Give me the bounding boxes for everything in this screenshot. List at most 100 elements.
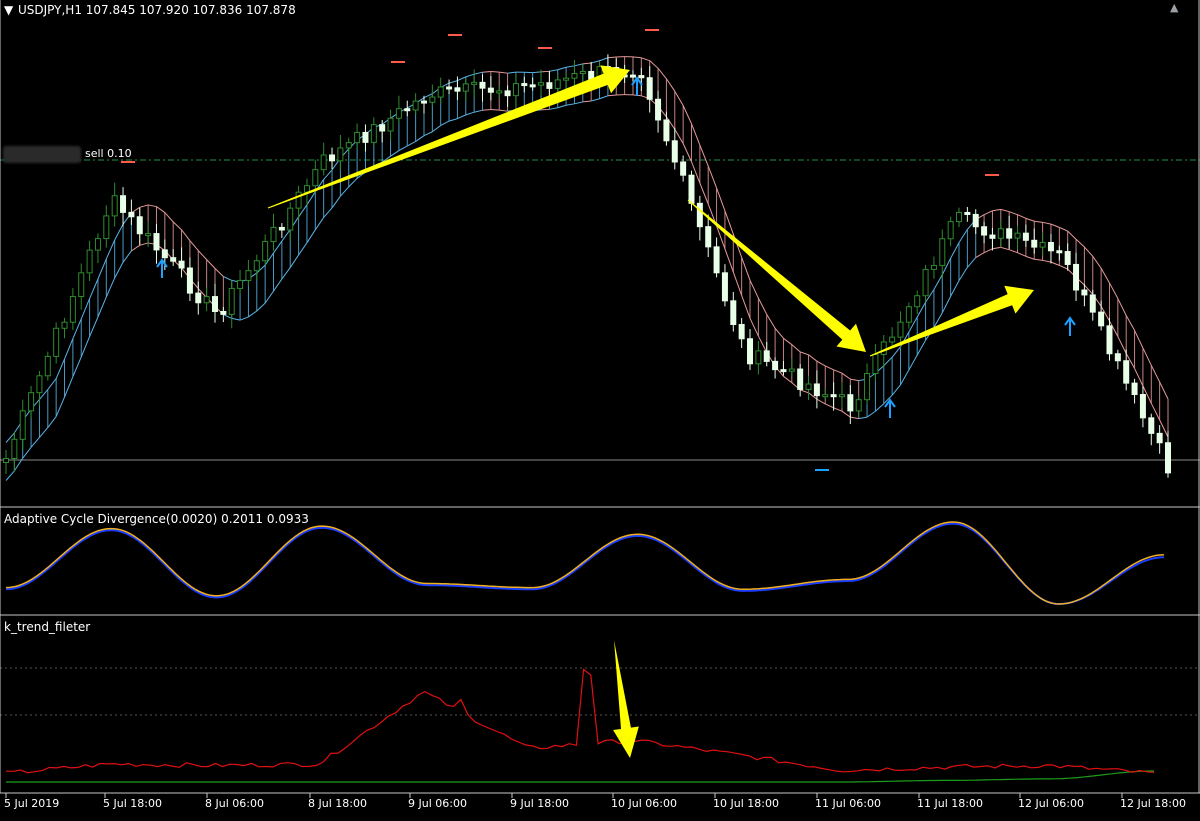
candle-body	[764, 351, 769, 362]
oscillator-title: Adaptive Cycle Divergence(0.0020) 0.2011…	[4, 512, 309, 526]
candle-body	[271, 227, 276, 241]
candle-body	[731, 301, 736, 325]
candle-body	[513, 84, 518, 96]
candle-body	[313, 170, 318, 186]
candle-body	[263, 242, 268, 261]
candle-body	[112, 196, 117, 216]
candle-body	[447, 87, 452, 89]
candle-body	[187, 268, 192, 293]
chart-svg	[0, 0, 1200, 817]
candle-body	[37, 376, 42, 393]
candle-body	[906, 307, 911, 322]
candle-body	[706, 227, 711, 247]
candle-body	[1166, 443, 1171, 473]
candle-body	[154, 234, 159, 250]
symbol-dropdown-icon[interactable]: ▼	[4, 3, 13, 17]
candle-body	[455, 88, 460, 91]
blurred-order-tag	[3, 146, 81, 163]
candle-body	[229, 288, 234, 314]
candle-body	[204, 297, 209, 303]
candle-body	[254, 261, 259, 271]
candle-body	[121, 196, 126, 213]
candle-body	[756, 351, 761, 364]
candle-body	[196, 293, 201, 303]
candle-body	[1048, 242, 1053, 250]
candle-body	[62, 322, 67, 328]
candle-body	[4, 459, 9, 463]
candle-body	[162, 250, 167, 258]
symbol-header: USDJPY,H1 107.845 107.920 107.836 107.87…	[18, 3, 296, 17]
candle-body	[965, 212, 970, 214]
candle-body	[421, 101, 426, 103]
candle-body	[722, 273, 727, 301]
candle-body	[321, 155, 326, 170]
candle-body	[814, 384, 819, 396]
candle-body	[87, 250, 92, 273]
candle-body	[689, 175, 694, 203]
candle-body	[647, 78, 652, 100]
candle-body	[146, 234, 151, 236]
candle-body	[1074, 264, 1079, 290]
x-tick-label: 12 Jul 18:00	[1120, 797, 1186, 810]
candle-body	[714, 247, 719, 273]
candle-body	[522, 84, 527, 86]
x-tick-label: 9 Jul 18:00	[510, 797, 569, 810]
candle-body	[54, 328, 59, 356]
candle-body	[798, 369, 803, 389]
candle-body	[555, 80, 560, 88]
scroll-up-icon[interactable]: ▲	[1170, 1, 1178, 14]
candle-body	[346, 143, 351, 148]
candle-body	[463, 84, 468, 91]
candle-body	[1149, 418, 1154, 434]
candle-body	[781, 370, 786, 372]
candle-body	[246, 271, 251, 281]
candle-body	[873, 354, 878, 373]
candle-body	[547, 83, 552, 89]
candle-body	[355, 132, 360, 142]
candle-body	[982, 227, 987, 235]
candle-body	[1040, 242, 1045, 247]
candle-body	[380, 125, 385, 131]
candle-body	[488, 88, 493, 92]
x-tick-label: 11 Jul 06:00	[815, 797, 881, 810]
candle-body	[630, 75, 635, 77]
x-tick-label: 10 Jul 18:00	[713, 797, 779, 810]
candle-body	[472, 82, 477, 84]
candle-body	[363, 132, 368, 142]
candle-body	[957, 212, 962, 221]
x-tick-label: 12 Jul 06:00	[1018, 797, 1084, 810]
candle-body	[748, 339, 753, 364]
cloud-edge-upper	[608, 57, 616, 58]
filter-title: k_trend_fileter	[4, 620, 90, 634]
candle-body	[881, 342, 886, 354]
cloud-edge-lower	[483, 110, 491, 111]
candle-body	[212, 297, 217, 312]
candle-body	[1157, 433, 1162, 442]
candle-body	[1023, 233, 1028, 240]
candle-body	[137, 217, 142, 234]
candle-body	[580, 71, 585, 73]
candle-body	[848, 395, 853, 411]
candle-body	[70, 297, 75, 323]
candle-body	[505, 91, 510, 96]
candle-body	[330, 155, 335, 161]
chart-window: ▼ USDJPY,H1 107.845 107.920 107.836 107.…	[0, 0, 1200, 817]
candle-body	[29, 393, 34, 411]
candle-body	[79, 273, 84, 297]
candle-body	[438, 87, 443, 97]
candle-body	[773, 361, 778, 369]
candle-body	[664, 120, 669, 141]
cloud-edge-upper	[483, 72, 491, 73]
x-tick-label: 5 Jul 18:00	[103, 797, 162, 810]
candle-body	[371, 125, 376, 143]
candle-body	[564, 78, 569, 80]
candle-body	[1032, 240, 1037, 247]
candle-body	[915, 296, 920, 307]
candle-body	[497, 91, 502, 93]
candle-body	[998, 229, 1003, 239]
order-line-label[interactable]: sell 0.10	[85, 147, 132, 160]
candle-body	[480, 82, 485, 88]
candle-body	[1082, 290, 1087, 295]
candle-body	[672, 141, 677, 162]
candle-body	[104, 216, 109, 239]
